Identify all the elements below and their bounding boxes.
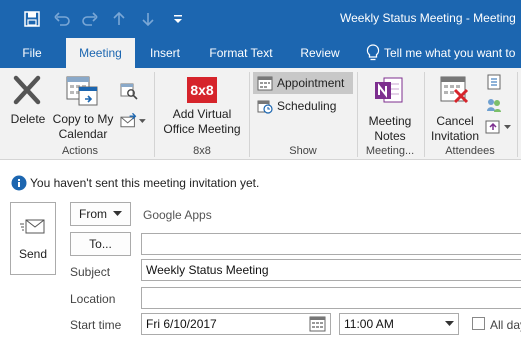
from-button[interactable]: From [70, 202, 131, 226]
copy-to-my-calendar-button[interactable]: Copy to My Calendar [51, 75, 115, 141]
group-separator [249, 72, 250, 157]
to-field[interactable] [141, 233, 521, 255]
undo-icon[interactable] [51, 9, 73, 29]
location-field[interactable] [141, 287, 521, 309]
address-book-icon[interactable] [486, 74, 504, 90]
start-time-dropdown[interactable]: 11:00 AM [339, 313, 459, 335]
all-day-checkbox[interactable] [472, 317, 485, 330]
group-separator [517, 72, 518, 157]
cancel-calendar-icon [439, 75, 483, 108]
group-label-8x8: 8x8 [193, 145, 211, 157]
scheduling-view-button[interactable]: Scheduling [257, 96, 336, 116]
send-icon [20, 219, 45, 233]
appointment-icon [257, 76, 273, 90]
from-label: From [79, 207, 107, 221]
up-arrow-icon[interactable] [108, 9, 130, 29]
copy-label-line1: Copy to My [52, 112, 114, 126]
start-date-field[interactable]: Fri 6/10/2017 [141, 313, 331, 335]
calendar-copy-icon [65, 75, 115, 110]
meeting-notes-label-line2: Notes [374, 129, 406, 143]
appointment-view-button[interactable]: Appointment [253, 72, 353, 94]
start-time-value: 11:00 AM [344, 317, 394, 331]
chevron-down-icon [113, 211, 122, 216]
subject-label: Subject [70, 265, 111, 279]
lightbulb-icon [366, 44, 382, 62]
group-separator [154, 72, 155, 157]
meeting-notes-label-line1: Meeting [368, 114, 412, 128]
from-account: Google Apps [143, 208, 212, 222]
meeting-notes-button[interactable]: Meeting Notes [362, 75, 418, 143]
send-button[interactable]: Send [10, 202, 56, 275]
response-options-button[interactable] [484, 118, 514, 136]
onenote-icon [374, 75, 418, 108]
find-in-calendar-icon[interactable] [120, 82, 138, 100]
tab-meeting[interactable]: Meeting [66, 38, 135, 68]
customize-qat-icon[interactable] [167, 9, 189, 29]
to-label: To... [89, 237, 112, 251]
8x8-logo-icon: 8x8 [187, 77, 217, 103]
group-label-show: Show [289, 145, 317, 157]
add-virtual-office-meeting-button[interactable]: 8x8 Add Virtual Office Meeting [158, 75, 246, 141]
tab-format-text[interactable]: Format Text [200, 38, 282, 68]
group-label-actions: Actions [61, 145, 99, 157]
group-separator [424, 72, 425, 157]
scheduling-label: Scheduling [277, 99, 337, 113]
forward-dropdown-button[interactable] [120, 112, 146, 130]
add-virtual-label-line1: Add Virtual [172, 107, 232, 121]
delete-x-icon [12, 75, 46, 108]
add-virtual-label-line2: Office Meeting [163, 122, 241, 136]
all-day-label: All day [490, 318, 521, 332]
group-label-attendees: Attendees [445, 145, 495, 157]
delete-label: Delete [10, 112, 46, 126]
tell-me-search[interactable]: Tell me what you want to [384, 38, 515, 68]
response-options-icon [485, 120, 500, 134]
subject-value: Weekly Status Meeting [146, 263, 269, 277]
info-icon [11, 175, 27, 191]
tab-insert[interactable]: Insert [143, 38, 187, 68]
send-label: Send [18, 246, 48, 261]
cancel-invitation-button[interactable]: Cancel Invitation [427, 75, 483, 143]
appointment-label: Appointment [277, 76, 345, 90]
subject-field[interactable]: Weekly Status Meeting [141, 259, 521, 281]
calendar-picker-icon[interactable] [309, 315, 327, 333]
delete-button[interactable]: Delete [10, 75, 46, 135]
group-label-meeting-notes: Meeting... [365, 145, 415, 157]
start-date-value: Fri 6/10/2017 [146, 317, 217, 331]
tab-review[interactable]: Review [292, 38, 348, 68]
cancel-label-line2: Invitation [430, 129, 480, 143]
cancel-label-line1: Cancel [436, 114, 474, 128]
save-icon[interactable] [21, 9, 43, 29]
copy-label-line2: Calendar [58, 127, 108, 141]
down-arrow-icon[interactable] [137, 9, 159, 29]
info-message: You haven't sent this meeting invitation… [30, 176, 260, 190]
window-title: Weekly Status Meeting - Meeting [340, 11, 516, 25]
redo-icon[interactable] [79, 9, 101, 29]
tab-file[interactable]: File [10, 38, 54, 68]
scheduling-icon [257, 100, 273, 114]
to-button[interactable]: To... [70, 232, 131, 256]
check-names-icon[interactable] [486, 97, 504, 113]
location-label: Location [70, 292, 116, 306]
chevron-down-icon [445, 321, 454, 326]
start-time-label: Start time [70, 318, 122, 332]
